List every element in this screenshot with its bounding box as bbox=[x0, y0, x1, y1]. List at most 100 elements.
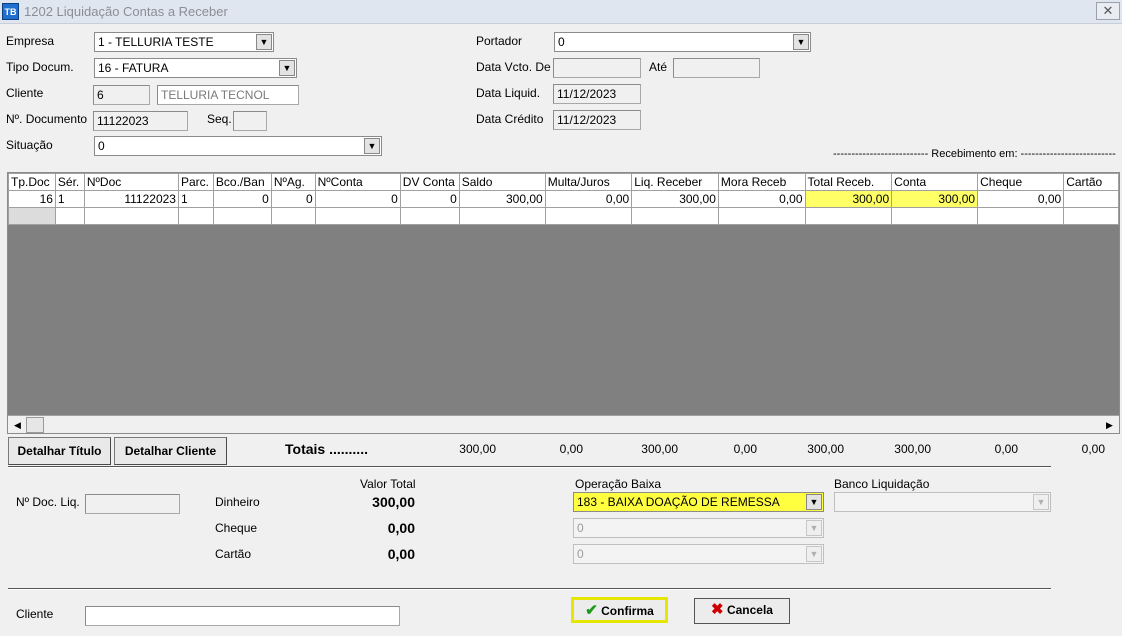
cliente-code-field[interactable]: 6 bbox=[93, 85, 150, 105]
scroll-right-icon[interactable]: ▶ bbox=[1101, 417, 1118, 433]
col-header[interactable]: Mora Receb bbox=[717, 173, 806, 191]
cell-numdoc[interactable]: 11122023 bbox=[83, 190, 179, 208]
divider bbox=[8, 588, 1051, 590]
data-vcto-de-field[interactable] bbox=[553, 58, 641, 78]
detalhar-titulo-button[interactable]: Detalhar Título bbox=[8, 437, 111, 465]
cliente-name-field[interactable]: TELLURIA TECNOL bbox=[157, 85, 299, 105]
cliente-footer-field[interactable] bbox=[85, 606, 400, 626]
col-header[interactable]: Cartão bbox=[1063, 173, 1119, 191]
cartao-label: Cartão bbox=[215, 547, 252, 561]
confirma-label: Confirma bbox=[601, 604, 654, 618]
cell-liq-receber[interactable]: 300,00 bbox=[631, 190, 719, 208]
col-header[interactable]: Parc. bbox=[177, 173, 214, 191]
close-button[interactable]: ✕ bbox=[1096, 2, 1120, 20]
col-header[interactable]: Tp.Doc bbox=[8, 173, 56, 191]
cell-cartao[interactable] bbox=[1063, 190, 1119, 208]
col-header[interactable]: Bco./Ban bbox=[212, 173, 272, 191]
close-icon: ✖ bbox=[711, 601, 724, 618]
grid-header-row: Tp.Doc Sér. NºDoc Parc. Bco./Ban NºAg. N… bbox=[8, 173, 1119, 191]
cell-saldo[interactable]: 300,00 bbox=[458, 190, 546, 208]
col-header[interactable]: Saldo bbox=[458, 173, 546, 191]
table-row[interactable]: 16 1 11122023 1 0 0 0 0 300,00 0,00 300,… bbox=[8, 190, 1119, 208]
col-header[interactable]: DV Conta bbox=[399, 173, 460, 191]
cell-total-receb[interactable]: 300,00 bbox=[804, 190, 893, 208]
cancela-label: Cancela bbox=[726, 603, 773, 617]
window-title: 1202 Liquidação Contas a Receber bbox=[24, 4, 228, 19]
operacao-baixa-select[interactable]: 183 - BAIXA DOAÇÃO DE REMESSA ▼ bbox=[573, 492, 824, 512]
cell-tp-doc[interactable]: 16 bbox=[8, 190, 56, 208]
col-header[interactable]: Conta bbox=[891, 173, 979, 191]
col-header[interactable]: NºAg. bbox=[270, 173, 316, 191]
cell-multa-juros[interactable]: 0,00 bbox=[544, 190, 633, 208]
doc-liq-field[interactable] bbox=[85, 494, 180, 514]
documento-label: Nº. Documento bbox=[6, 112, 88, 126]
portador-label: Portador bbox=[476, 34, 523, 48]
data-vcto-ate-field[interactable] bbox=[673, 58, 760, 78]
confirma-button[interactable]: ✔ Confirma bbox=[571, 597, 668, 623]
portador-value: 0 bbox=[558, 35, 565, 49]
chevron-down-icon[interactable]: ▼ bbox=[806, 494, 822, 510]
total-multa: 0,00 bbox=[559, 442, 583, 456]
titulos-grid[interactable]: Tp.Doc Sér. NºDoc Parc. Bco./Ban NºAg. N… bbox=[7, 172, 1120, 434]
col-header[interactable]: NºConta bbox=[314, 173, 401, 191]
total-mora: 0,00 bbox=[733, 442, 757, 456]
cartao-value: 0,00 bbox=[387, 546, 415, 562]
cliente-label: Cliente bbox=[6, 86, 44, 100]
cell-cheque[interactable]: 0,00 bbox=[977, 190, 1065, 208]
cell-parcela[interactable]: 1 bbox=[177, 190, 214, 208]
valor-total-label: Valor Total bbox=[360, 477, 416, 491]
scroll-thumb[interactable] bbox=[26, 417, 44, 433]
check-icon: ✔ bbox=[585, 602, 598, 619]
ate-label: Até bbox=[649, 60, 668, 74]
total-conta: 300,00 bbox=[894, 442, 931, 456]
cell-dv-conta[interactable]: 0 bbox=[399, 190, 460, 208]
seq-field[interactable] bbox=[233, 111, 267, 131]
operacao-cheque-value: 0 bbox=[577, 521, 584, 535]
chevron-down-icon: ▼ bbox=[806, 546, 822, 562]
cliente-footer-label: Cliente bbox=[16, 607, 54, 621]
banco-liquidacao-select: ▼ bbox=[834, 492, 1051, 512]
cell-mora-receb[interactable]: 0,00 bbox=[717, 190, 806, 208]
dinheiro-value: 300,00 bbox=[372, 494, 415, 510]
cancela-button[interactable]: ✖ Cancela bbox=[694, 598, 790, 624]
empresa-select[interactable]: 1 - TELLURIA TESTE ▼ bbox=[94, 32, 274, 52]
col-header[interactable]: Sér. bbox=[54, 173, 85, 191]
chevron-down-icon[interactable]: ▼ bbox=[256, 34, 272, 50]
operacao-baixa-value: 183 - BAIXA DOAÇÃO DE REMESSA bbox=[577, 495, 780, 509]
cell-conta[interactable]: 0 bbox=[314, 190, 401, 208]
col-header[interactable]: Cheque bbox=[977, 173, 1065, 191]
total-receb: 300,00 bbox=[807, 442, 844, 456]
grid-empty-area bbox=[8, 225, 1119, 415]
chevron-down-icon[interactable]: ▼ bbox=[279, 60, 295, 76]
portador-select[interactable]: 0 ▼ bbox=[554, 32, 811, 52]
cell-agencia[interactable]: 0 bbox=[270, 190, 316, 208]
table-row-new[interactable] bbox=[8, 207, 1119, 225]
situacao-label: Situação bbox=[6, 138, 53, 152]
documento-field[interactable]: 11122023 bbox=[93, 111, 188, 131]
cell-conta-receb[interactable]: 300,00 bbox=[891, 190, 979, 208]
empresa-value: 1 - TELLURIA TESTE bbox=[98, 35, 214, 49]
scroll-left-icon[interactable]: ◀ bbox=[9, 417, 26, 433]
tipo-docum-select[interactable]: 16 - FATURA ▼ bbox=[94, 58, 297, 78]
cheque-value: 0,00 bbox=[387, 520, 415, 536]
data-liquid-field[interactable]: 11/12/2023 bbox=[553, 84, 641, 104]
col-header[interactable]: Multa/Juros bbox=[544, 173, 633, 191]
tipo-docum-value: 16 - FATURA bbox=[98, 61, 169, 75]
operacao-baixa-label: Operação Baixa bbox=[575, 477, 662, 491]
chevron-down-icon: ▼ bbox=[1033, 494, 1049, 510]
cell-serie[interactable]: 1 bbox=[54, 190, 85, 208]
col-header[interactable]: Total Receb. bbox=[804, 173, 893, 191]
col-header[interactable]: Liq. Receber bbox=[631, 173, 719, 191]
total-cartao: 0,00 bbox=[1081, 442, 1105, 456]
horizontal-scrollbar[interactable]: ◀ ▶ bbox=[8, 415, 1119, 433]
situacao-select[interactable]: 0 ▼ bbox=[94, 136, 382, 156]
total-saldo: 300,00 bbox=[459, 442, 496, 456]
detalhar-cliente-button[interactable]: Detalhar Cliente bbox=[114, 437, 227, 465]
data-credito-field[interactable]: 11/12/2023 bbox=[553, 110, 641, 130]
chevron-down-icon[interactable]: ▼ bbox=[364, 138, 380, 154]
banco-liquidacao-label: Banco Liquidação bbox=[834, 477, 930, 491]
cell-banco[interactable]: 0 bbox=[212, 190, 272, 208]
chevron-down-icon[interactable]: ▼ bbox=[793, 34, 809, 50]
col-header[interactable]: NºDoc bbox=[83, 173, 179, 191]
app-icon: TB bbox=[2, 3, 19, 20]
